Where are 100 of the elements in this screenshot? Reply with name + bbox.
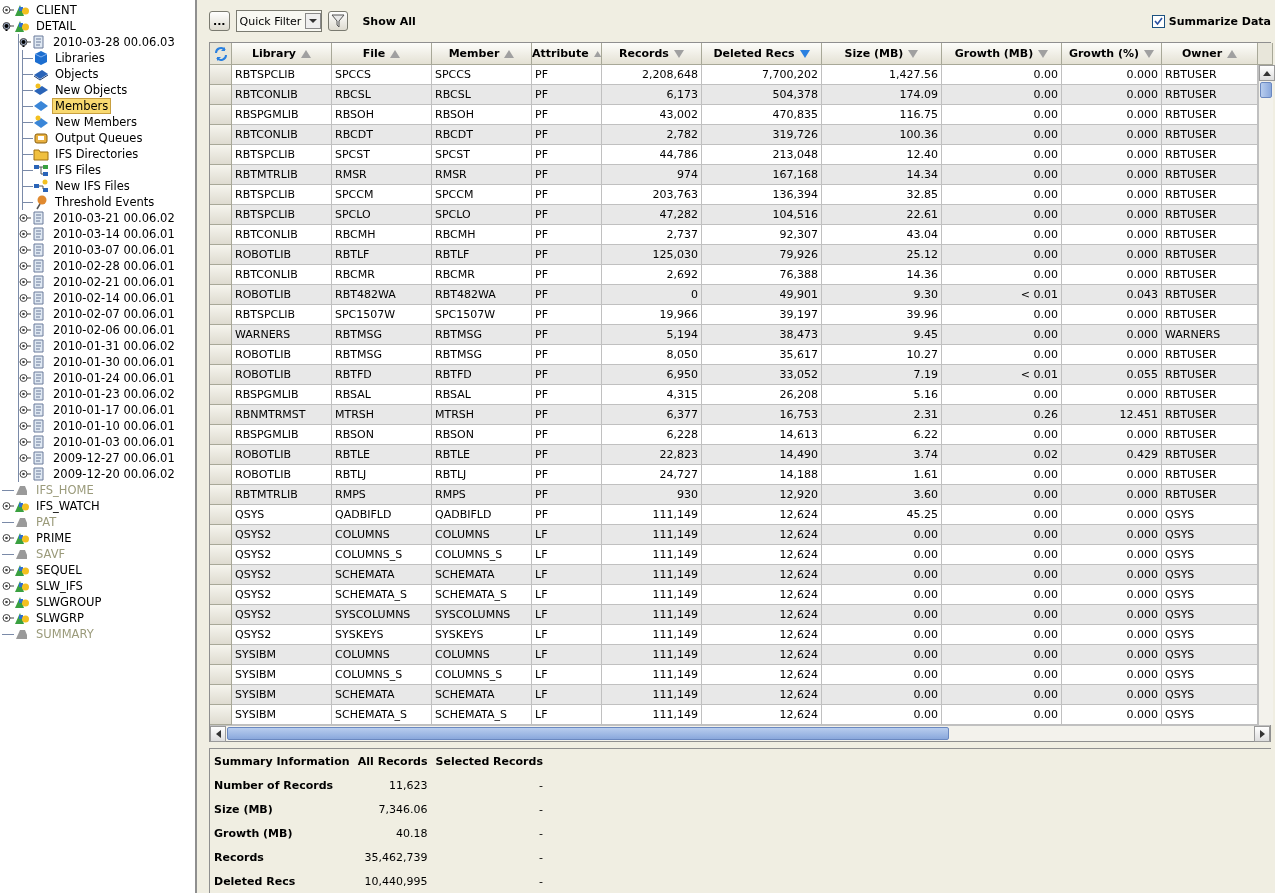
tree-item[interactable]: 2010-01-24 00.06.01: [50, 370, 178, 386]
column-header[interactable]: Growth (%): [1062, 43, 1162, 65]
row-header[interactable]: [210, 485, 232, 505]
tree-item[interactable]: 2010-02-21 00.06.01: [50, 274, 178, 290]
expand-handle-icon[interactable]: [19, 389, 31, 399]
row-header[interactable]: [210, 165, 232, 185]
column-header[interactable]: Records: [602, 43, 702, 65]
tree-item[interactable]: 2010-01-23 00.06.02: [50, 386, 178, 402]
expand-handle-icon[interactable]: [19, 453, 31, 463]
expand-handle-icon[interactable]: [19, 357, 31, 367]
row-header[interactable]: [210, 645, 232, 665]
column-header[interactable]: Deleted Recs: [702, 43, 822, 65]
tree-item[interactable]: 2009-12-27 00.06.01: [50, 450, 178, 466]
row-header[interactable]: [210, 185, 232, 205]
expand-handle-icon[interactable]: [19, 261, 31, 271]
row-header[interactable]: [210, 305, 232, 325]
expand-handle-icon[interactable]: [19, 37, 31, 47]
tree-item[interactable]: New Objects: [52, 82, 131, 98]
scroll-thumb[interactable]: [227, 727, 949, 740]
row-header[interactable]: [210, 265, 232, 285]
row-header[interactable]: [210, 325, 232, 345]
tree-item[interactable]: 2010-02-07 00.06.01: [50, 306, 178, 322]
row-header[interactable]: [210, 105, 232, 125]
tree-item[interactable]: New IFS Files: [52, 178, 133, 194]
horizontal-scrollbar[interactable]: [210, 725, 1270, 741]
expand-handle-icon[interactable]: [19, 213, 31, 223]
expand-handle-icon[interactable]: [2, 581, 14, 591]
show-all-link[interactable]: Show All: [362, 14, 416, 28]
tree-item[interactable]: SEQUEL: [33, 562, 85, 578]
expand-handle-icon[interactable]: [19, 229, 31, 239]
column-header[interactable]: Growth (MB): [942, 43, 1062, 65]
expand-handle-icon[interactable]: [2, 565, 14, 575]
tree-item[interactable]: 2010-02-14 00.06.01: [50, 290, 178, 306]
expand-handle-icon[interactable]: [2, 5, 14, 15]
tree-item[interactable]: 2009-12-20 00.06.02: [50, 466, 178, 482]
scroll-thumb[interactable]: [1260, 82, 1272, 98]
row-header[interactable]: [210, 585, 232, 605]
row-header[interactable]: [210, 365, 232, 385]
tree-item[interactable]: 2010-02-28 00.06.01: [50, 258, 178, 274]
row-header[interactable]: [210, 285, 232, 305]
tree-item[interactable]: DETAIL: [33, 18, 79, 34]
row-header[interactable]: [210, 405, 232, 425]
expand-handle-icon[interactable]: [19, 309, 31, 319]
tree-item[interactable]: SLWGRP: [33, 610, 87, 626]
column-header[interactable]: Owner: [1162, 43, 1258, 65]
column-header[interactable]: Member: [432, 43, 532, 65]
tree-item[interactable]: Threshold Events: [52, 194, 158, 210]
expand-handle-icon[interactable]: [19, 373, 31, 383]
tree-item[interactable]: IFS_WATCH: [33, 498, 103, 514]
row-header[interactable]: [210, 685, 232, 705]
summarize-data-checkbox[interactable]: Summarize Data: [1151, 14, 1271, 28]
tree-item[interactable]: Output Queues: [52, 130, 146, 146]
scroll-up-button[interactable]: [1259, 65, 1275, 81]
tree-item[interactable]: PRIME: [33, 530, 75, 546]
row-header[interactable]: [210, 525, 232, 545]
row-header[interactable]: [210, 225, 232, 245]
expand-handle-icon[interactable]: [2, 501, 14, 511]
tree-item[interactable]: 2010-01-03 00.06.01: [50, 434, 178, 450]
row-header[interactable]: [210, 245, 232, 265]
expand-handle-icon[interactable]: [2, 613, 14, 623]
row-header[interactable]: [210, 425, 232, 445]
tree-item[interactable]: Objects: [52, 66, 102, 82]
tree-item[interactable]: Members: [52, 98, 112, 114]
expand-handle-icon[interactable]: [19, 469, 31, 479]
row-header[interactable]: [210, 125, 232, 145]
expand-handle-icon[interactable]: [19, 341, 31, 351]
column-header[interactable]: Library: [232, 43, 332, 65]
tree-item[interactable]: New Members: [52, 114, 141, 130]
row-header[interactable]: [210, 665, 232, 685]
tree-item[interactable]: 2010-02-06 00.06.01: [50, 322, 178, 338]
tree-item[interactable]: CLIENT: [33, 2, 80, 18]
expand-handle-icon[interactable]: [19, 277, 31, 287]
row-header[interactable]: [210, 205, 232, 225]
tree-item[interactable]: 2010-03-21 00.06.02: [50, 210, 178, 226]
tree-item[interactable]: 2010-03-28 00.06.03: [50, 34, 178, 50]
tree-item[interactable]: 2010-01-10 00.06.01: [50, 418, 178, 434]
row-header[interactable]: [210, 385, 232, 405]
row-header[interactable]: [210, 625, 232, 645]
scroll-left-button[interactable]: [210, 726, 226, 742]
expand-handle-icon[interactable]: [2, 597, 14, 607]
tree-item[interactable]: 2010-03-07 00.06.01: [50, 242, 178, 258]
tree-item[interactable]: IFS Files: [52, 162, 104, 178]
row-header[interactable]: [210, 545, 232, 565]
more-button[interactable]: ...: [209, 11, 230, 31]
tree-item[interactable]: IFS Directories: [52, 146, 142, 162]
row-header[interactable]: [210, 465, 232, 485]
refresh-button[interactable]: [210, 43, 232, 65]
expand-handle-icon[interactable]: [19, 325, 31, 335]
tree-item[interactable]: SLW_IFS: [33, 578, 86, 594]
expand-handle-icon[interactable]: [19, 245, 31, 255]
row-header[interactable]: [210, 445, 232, 465]
row-header[interactable]: [210, 145, 232, 165]
row-header[interactable]: [210, 505, 232, 525]
expand-handle-icon[interactable]: [2, 21, 14, 31]
scroll-right-button[interactable]: [1254, 726, 1270, 742]
expand-handle-icon[interactable]: [19, 437, 31, 447]
expand-handle-icon[interactable]: [2, 533, 14, 543]
tree-item[interactable]: SLWGROUP: [33, 594, 105, 610]
tree-item[interactable]: 2010-01-31 00.06.02: [50, 338, 178, 354]
column-header[interactable]: File: [332, 43, 432, 65]
